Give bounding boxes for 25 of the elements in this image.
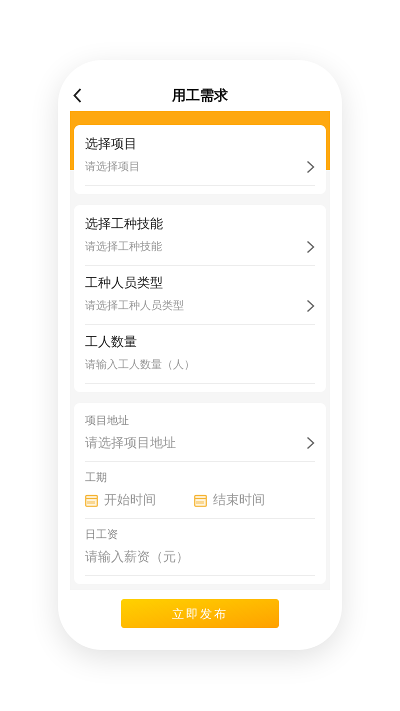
page-title: 用工需求 — [172, 86, 228, 105]
field-label: 选择工种技能 — [85, 215, 164, 233]
field-label: 日工资 — [85, 528, 119, 543]
select-field[interactable]: 请选择项目地址 — [85, 434, 315, 452]
field-label: 工人数量 — [85, 333, 138, 351]
chevron-right-icon — [306, 436, 315, 450]
chevron-right-icon — [306, 240, 315, 254]
publish-button[interactable]: 立即发布 — [121, 599, 279, 628]
calendar-icon — [85, 494, 98, 506]
field-label: 选择项目 — [85, 135, 138, 153]
back-icon — [73, 88, 82, 103]
select-field[interactable]: 请选择工种技能 — [85, 238, 315, 256]
field-label: 工期 — [85, 471, 108, 486]
select-field[interactable]: 请选择项目 — [85, 158, 315, 176]
chevron-right-icon — [306, 299, 315, 313]
calendar-icon — [194, 494, 207, 506]
chevron-right-icon — [306, 160, 315, 174]
input-field[interactable]: 请输入薪资（元） — [85, 548, 315, 566]
back-button[interactable] — [73, 88, 82, 103]
input-field[interactable]: 请输入工人数量（人） — [85, 356, 315, 374]
end-date-field[interactable]: 结束时间 — [194, 491, 265, 509]
select-field[interactable]: 请选择工种人员类型 — [85, 297, 315, 315]
start-date-field[interactable]: 开始时间 — [85, 491, 194, 509]
field-label: 工种人员类型 — [85, 274, 164, 292]
field-label: 项目地址 — [85, 414, 130, 429]
